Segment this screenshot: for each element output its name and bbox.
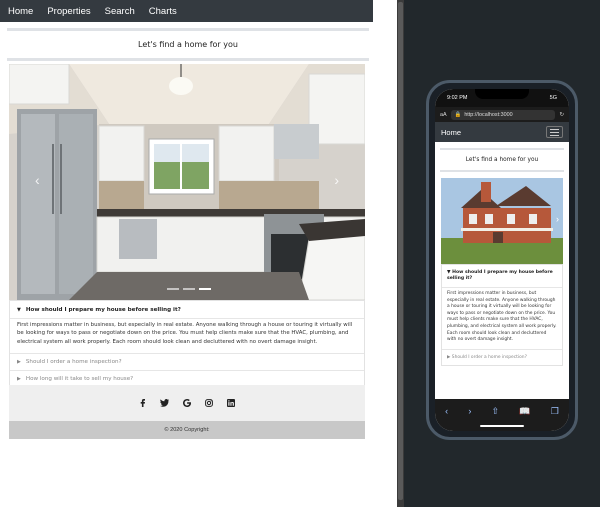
caret-right-icon: ▶ [17,359,21,366]
scrollbar-thumb[interactable] [398,2,403,500]
phone-screen: 9:02 PM 5G aA 🔒 http://localhost:3000 ↻ … [435,89,569,431]
faq-question-label: Should I order a home inspection? [25,359,122,366]
top-navbar: Home Properties Search Charts [0,0,373,22]
instagram-icon[interactable] [205,399,213,407]
faq-question-label: How should I prepare my house before sel… [447,270,553,281]
carousel-indicators[interactable] [167,288,211,290]
caret-down-icon: ▼ [17,306,21,313]
copyright-text: © 2020 Copyright: [9,421,365,439]
home-indicator [480,425,524,427]
caret-right-icon: ▶ [17,376,21,383]
back-icon[interactable]: ‹ [445,406,448,416]
faq-question-2[interactable]: ▶ Should I order a home inspection? [10,353,364,370]
address-field[interactable]: 🔒 http://localhost:3000 [450,109,556,120]
twitter-icon[interactable] [160,399,169,407]
safari-url-bar: aA 🔒 http://localhost:3000 ↻ [435,107,569,122]
carousel-next-icon[interactable]: › [556,214,559,224]
mobile-navbar: Home [435,122,569,142]
house-image [441,178,563,264]
kitchen-carousel[interactable]: ‹ › [9,64,365,300]
nav-home[interactable]: Home [8,6,33,17]
caret-down-icon: ▼ [447,270,451,275]
google-icon[interactable] [183,399,191,407]
device-simulator: 9:02 PM 5G aA 🔒 http://localhost:3000 ↻ … [404,0,600,507]
linkedin-icon[interactable] [227,399,235,407]
mobile-heading: Let's find a home for you [465,157,539,163]
carousel-indicator[interactable] [167,288,179,290]
mobile-faq-question-1[interactable]: ▼ How should I prepare my house before s… [442,265,562,287]
faq-question-label: How should I prepare my house before sel… [25,306,181,313]
share-icon[interactable]: ⇧ [492,406,500,417]
status-signal: 5G [549,95,557,101]
page-header: Let's find a home for you [7,28,369,61]
nav-charts[interactable]: Charts [149,6,177,17]
forward-icon[interactable]: › [468,406,471,416]
caret-right-icon: ▶ [447,354,451,360]
facebook-icon[interactable] [139,399,146,407]
carousel-indicator[interactable] [183,288,195,290]
faq-question-label: How long will it take to sell my house? [25,376,134,383]
page-heading: Let's find a home for you [138,40,238,49]
reload-icon[interactable]: ↻ [559,112,564,118]
lock-icon: 🔒 [454,111,462,118]
faq-question-label: Should I order a home inspection? [451,354,527,360]
carousel-prev-icon[interactable]: ‹ [35,172,40,188]
social-links [9,385,365,421]
phone-frame: 9:02 PM 5G aA 🔒 http://localhost:3000 ↻ … [426,80,578,440]
tabs-icon[interactable]: ❐ [551,406,559,417]
nav-search[interactable]: Search [105,6,135,17]
status-time: 9:02 PM [447,95,468,101]
faq-accordion: ▼ How should I prepare my house before s… [9,300,365,389]
mobile-faq-answer-1: First impressions matter in business, bu… [442,287,562,349]
bookmarks-icon[interactable]: 📖 [519,406,530,417]
carousel-next-icon[interactable]: › [334,172,339,188]
address-text: http://localhost:3000 [464,111,513,118]
mobile-brand[interactable]: Home [441,128,461,137]
nav-properties[interactable]: Properties [47,6,90,17]
hamburger-menu-icon[interactable] [546,126,563,138]
divider [7,58,369,61]
window-scrollbar[interactable] [397,0,404,507]
faq-question-1[interactable]: ▼ How should I prepare my house before s… [10,301,364,318]
phone-notch [475,89,529,99]
mobile-faq: ▼ How should I prepare my house before s… [441,264,563,366]
carousel-indicator[interactable] [199,288,211,290]
divider [440,170,564,172]
browser-pane: Home Properties Search Charts Let's find… [0,0,397,507]
faq-answer-1: First impressions matter in business, bu… [10,318,364,353]
text-size-button[interactable]: aA [440,112,447,118]
mobile-carousel[interactable]: › [441,178,563,264]
kitchen-image [9,64,365,300]
mobile-faq-question-2[interactable]: ▶ Should I order a home inspection? [442,348,562,365]
